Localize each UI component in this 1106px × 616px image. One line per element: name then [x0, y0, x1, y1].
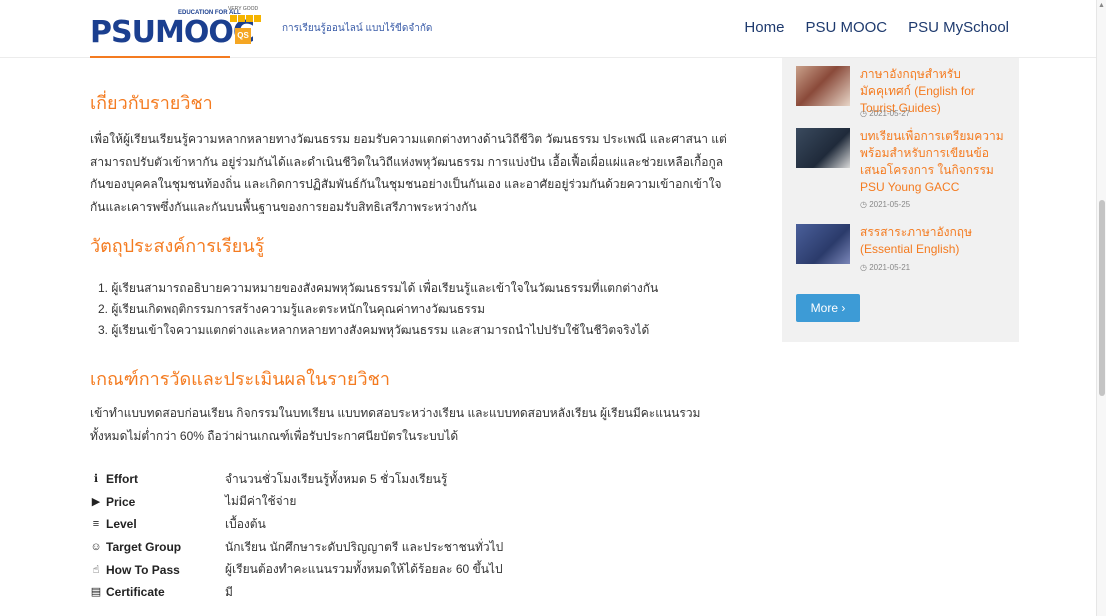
course-date: ◷ 2021-05-25: [860, 200, 911, 209]
course-thumbnail[interactable]: [796, 66, 850, 106]
about-line: กันของบุคคลในชุมชนท้องถิ่น และเกิดการปฏิ…: [90, 177, 722, 191]
info-label-text: Effort: [106, 472, 138, 486]
assessment-line: ทั้งหมดไม่ต่ำกว่า 60% ถือว่าผ่านเกณฑ์เพื…: [90, 428, 459, 443]
about-title: เกี่ยวกับรายวิชา: [90, 93, 213, 113]
info-label-text: Target Group: [106, 540, 182, 554]
info-value: ไม่มีค่าใช้จ่าย: [225, 494, 297, 508]
info-row-target-group: ☺ Target Group นักเรียน นักศึกษาระดับปริญ…: [90, 536, 503, 558]
info-value: ผู้เรียนต้องทำคะแนนรวมทั้งหมดให้ได้ร้อยล…: [225, 562, 503, 576]
info-label: ℹ Effort: [90, 472, 225, 486]
certificate-icon: ▤: [90, 586, 102, 598]
info-label: ≡ Level: [90, 517, 225, 531]
about-line: สามารถปรับตัวเข้าหากัน อยู่ร่วมกันได้และ…: [90, 154, 724, 169]
users-icon: ☺: [90, 541, 102, 553]
logo-wordmark: PSUMOOC: [90, 15, 255, 50]
related-course-item[interactable]: บทเรียนเพื่อการเตรียมความพร้อมสำหรับการเ…: [796, 128, 1011, 214]
tab-indicator: [90, 56, 230, 58]
assessment-text: เข้าทำแบบทดสอบก่อนเรียน กิจกรรมในบทเรียน…: [90, 402, 762, 447]
site-header: PSUMOOC EDUCATION FOR ALL VERY GOOD QS ก…: [0, 0, 1106, 58]
info-value: นักเรียน นักศึกษาระดับปริญญาตรี และประชา…: [225, 539, 504, 554]
objectives-title: วัตถุประสงค์การเรียนรู้: [90, 236, 265, 256]
info-label: ▶ Price: [90, 495, 225, 509]
main-nav: Home PSU MOOC PSU MySchool: [744, 19, 1009, 36]
thumbs-up-icon: ☝: [92, 563, 100, 576]
info-row-level: ≡ Level เบื้องต้น: [90, 513, 266, 535]
about-text: เพื่อให้ผู้เรียนเรียนรู้ความหลากหลายทางว…: [90, 128, 762, 218]
assessment-title: เกณฑ์การวัดและประเมินผลในรายวิชา: [90, 369, 390, 389]
course-thumbnail[interactable]: [796, 128, 850, 168]
info-row-how-to-pass: ☝ How To Pass ผู้เรียนต้องทำคะแนนรวมทั้งห…: [90, 559, 503, 581]
page-scrollbar[interactable]: ▲: [1096, 0, 1106, 616]
assessment-line: เข้าทำแบบทดสอบก่อนเรียน กิจกรรมในบทเรียน…: [90, 406, 701, 420]
bars-icon: ≡: [92, 518, 100, 530]
info-label-text: Certificate: [106, 585, 165, 599]
related-course-item[interactable]: สรรสาระภาษาอังกฤษ (Essential English) ◷ …: [796, 224, 1011, 276]
more-button[interactable]: More ›: [796, 294, 860, 322]
scroll-up-icon[interactable]: ▲: [1098, 2, 1105, 9]
course-title-link[interactable]: บทเรียนเพื่อการเตรียมความพร้อมสำหรับการเ…: [860, 128, 1010, 196]
course-thumbnail[interactable]: [796, 224, 850, 264]
info-label-text: How To Pass: [106, 562, 180, 577]
info-label: ☺ Target Group: [90, 540, 225, 554]
about-line: กันและเคารพซึ่งกันและกันบนพื้นฐานของการย…: [90, 199, 477, 214]
info-value: เบื้องต้น: [225, 516, 266, 531]
nav-home[interactable]: Home: [744, 19, 784, 36]
scroll-thumb[interactable]: [1099, 200, 1105, 396]
course-title-link[interactable]: สรรสาระภาษาอังกฤษ (Essential English): [860, 224, 1010, 258]
info-row-certificate: ▤ Certificate มี: [90, 581, 233, 603]
list-item: 3. ผู้เรียนเข้าใจความแตกต่างและหลากหลายท…: [98, 323, 650, 337]
info-value: จำนวนชั่วโมงเรียนรู้ทั้งหมด 5 ชั่วโมงเรี…: [225, 471, 448, 486]
rating-stars-icon: [230, 15, 261, 22]
list-item: 1. ผู้เรียนสามารถอธิบายความหมายของสังคมพ…: [98, 281, 659, 295]
related-course-item[interactable]: ภาษาอังกฤษสำหรับมัคคุเทศก์ (English for …: [796, 66, 1011, 122]
info-row-effort: ℹ Effort จำนวนชั่วโมงเรียนรู้ทั้งหมด 5 ชั…: [90, 468, 447, 490]
nav-psu-myschool[interactable]: PSU MySchool: [908, 19, 1009, 36]
psu-mooc-logo[interactable]: PSUMOOC EDUCATION FOR ALL VERY GOOD QS: [90, 6, 261, 50]
tag-icon: ▶: [91, 495, 101, 508]
info-label-text: Level: [106, 517, 137, 531]
about-line: เพื่อให้ผู้เรียนเรียนรู้ความหลากหลายทางว…: [90, 132, 727, 146]
list-item: 2. ผู้เรียนเกิดพฤติกรรมการสร้างความรู้แล…: [98, 302, 486, 316]
info-value: มี: [225, 584, 233, 599]
course-date: ◷ 2021-05-21: [860, 263, 911, 272]
info-label: ▤ Certificate: [90, 585, 225, 599]
info-label: ☝ How To Pass: [90, 563, 225, 577]
info-circle-icon: ℹ: [93, 473, 99, 485]
info-label-text: Price: [106, 494, 136, 509]
site-tagline: การเรียนรู้ออนไลน์ แบบไร้ขีดจำกัด: [282, 23, 433, 34]
related-courses-sidebar: ภาษาอังกฤษสำหรับมัคคุเทศก์ (English for …: [782, 58, 1019, 342]
nav-psu-mooc[interactable]: PSU MOOC: [805, 19, 887, 36]
course-date: ◷ 2021-05-27: [860, 109, 911, 118]
qs-badge: QS: [235, 28, 251, 44]
objectives-list: 1. ผู้เรียนสามารถอธิบายความหมายของสังคมพ…: [98, 278, 658, 341]
info-row-price: ▶ Price ไม่มีค่าใช้จ่าย: [90, 491, 297, 513]
logo-rating-label: VERY GOOD: [228, 6, 259, 12]
